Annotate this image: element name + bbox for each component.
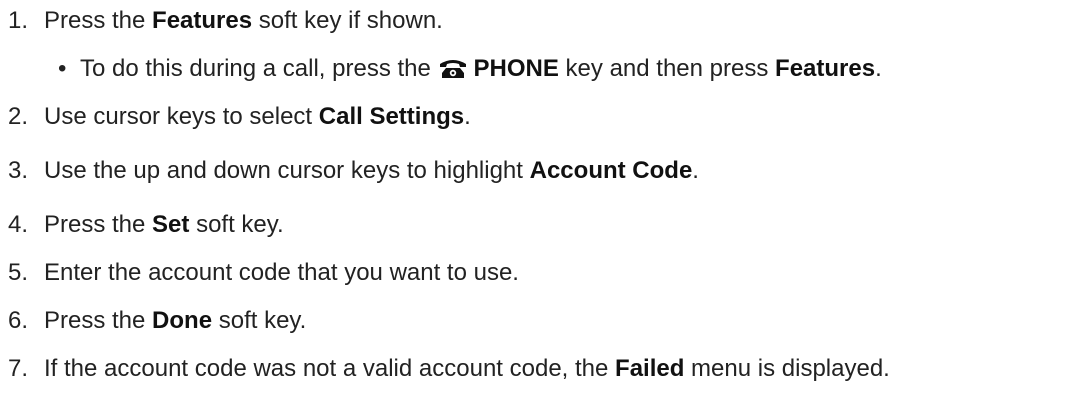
phone-key-label: PHONE <box>473 55 559 82</box>
step-number: 1. <box>8 7 29 34</box>
features-softkey-label: Features <box>152 7 253 34</box>
step-number: 5. <box>8 259 29 286</box>
step-text: Press the Features soft key if shown. <box>44 7 443 34</box>
features-label: Features <box>775 55 876 82</box>
account-code-label: Account Code <box>529 157 693 184</box>
step-text: If the account code was not a valid acco… <box>44 355 890 382</box>
step-text: Press the Done soft key. <box>44 307 307 334</box>
bullet: • <box>58 55 67 82</box>
substep-1a: • To do this during a call, press the PHO… <box>58 55 882 82</box>
step-text: Use cursor keys to select Call Settings. <box>44 103 471 130</box>
step-number: 2. <box>8 103 29 130</box>
set-softkey-label: Set <box>152 211 190 238</box>
step-number: 7. <box>8 355 29 382</box>
phone-icon <box>439 60 466 78</box>
step-text: Press the Set soft key. <box>44 211 284 238</box>
failed-menu-label: Failed <box>615 355 685 382</box>
step-number: 3. <box>8 157 29 184</box>
step-number: 6. <box>8 307 29 334</box>
step-text: Enter the account code that you want to … <box>44 259 519 286</box>
call-settings-label: Call Settings <box>318 103 465 130</box>
step-text: Use the up and down cursor keys to highl… <box>44 157 699 184</box>
step-number: 4. <box>8 211 29 238</box>
done-softkey-label: Done <box>152 307 213 334</box>
